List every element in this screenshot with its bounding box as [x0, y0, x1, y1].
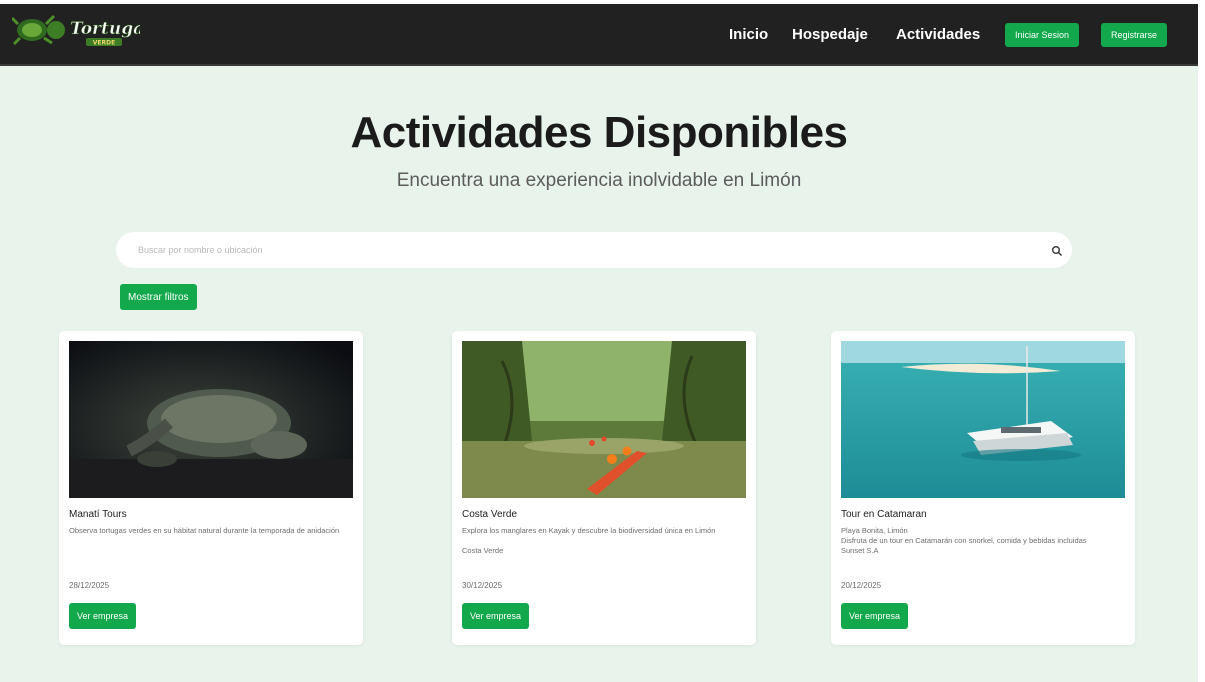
svg-text:VERDE: VERDE — [93, 40, 115, 47]
activity-spacer — [462, 536, 750, 546]
activity-company: Costa Verde — [462, 546, 504, 555]
activity-image — [69, 341, 353, 498]
search-icon[interactable] — [1051, 244, 1063, 256]
view-company-button[interactable]: Ver empresa — [462, 603, 530, 629]
activity-details: Explora los manglares en Kayak y descubr… — [462, 526, 750, 556]
activity-card: Tour en Catamaran Playa Bonita, Limón Di… — [831, 331, 1135, 645]
activity-description: Disfruta de un tour en Catamarán con sno… — [841, 536, 1087, 545]
activity-date: 30/12/2025 — [462, 581, 503, 590]
svg-text:Tortuga: Tortuga — [70, 19, 140, 39]
brand-logo[interactable]: Tortuga VERDE — [10, 10, 144, 50]
nav-link-inicio[interactable]: Inicio — [729, 26, 768, 43]
navbar: Tortuga VERDE Inicio Hospedaje Actividad… — [0, 4, 1198, 66]
activity-card: Manatí Tours Observa tortugas verdes en … — [59, 331, 363, 645]
search-input[interactable] — [138, 242, 1018, 258]
page: Tortuga VERDE Inicio Hospedaje Actividad… — [0, 4, 1198, 682]
activity-location: Playa Bonita, Limón — [841, 526, 908, 535]
activity-description: Observa tortugas verdes en su hábitat na… — [69, 526, 340, 535]
activity-card: Costa Verde Explora los manglares en Kay… — [452, 331, 756, 645]
activity-details: Observa tortugas verdes en su hábitat na… — [69, 526, 357, 536]
page-title: Actividades Disponibles — [350, 108, 848, 157]
activity-title: Manatí Tours — [69, 509, 127, 520]
activity-details: Playa Bonita, Limón Disfruta de un tour … — [841, 526, 1129, 556]
search-bar — [116, 232, 1072, 268]
activity-date: 20/12/2025 — [841, 581, 882, 590]
activity-title: Tour en Catamaran — [841, 509, 927, 520]
activity-image — [462, 341, 746, 498]
nav-link-hospedaje[interactable]: Hospedaje — [792, 26, 868, 43]
view-company-button[interactable]: Ver empresa — [841, 603, 909, 629]
register-button[interactable]: Registrarse — [1101, 23, 1168, 47]
activity-description: Explora los manglares en Kayak y descubr… — [462, 526, 716, 535]
activity-image — [841, 341, 1125, 498]
view-company-button[interactable]: Ver empresa — [69, 603, 137, 629]
nav-link-actividades[interactable]: Actividades — [896, 26, 980, 43]
activity-company: Sunset S.A — [841, 546, 879, 555]
activity-title: Costa Verde — [462, 509, 518, 520]
show-filters-button[interactable]: Mostrar filtros — [120, 284, 197, 310]
activity-date: 28/12/2025 — [69, 581, 110, 590]
login-button[interactable]: Iniciar Sesion — [1005, 23, 1080, 47]
page-subtitle: Encuentra una experiencia inolvidable en… — [396, 170, 802, 191]
